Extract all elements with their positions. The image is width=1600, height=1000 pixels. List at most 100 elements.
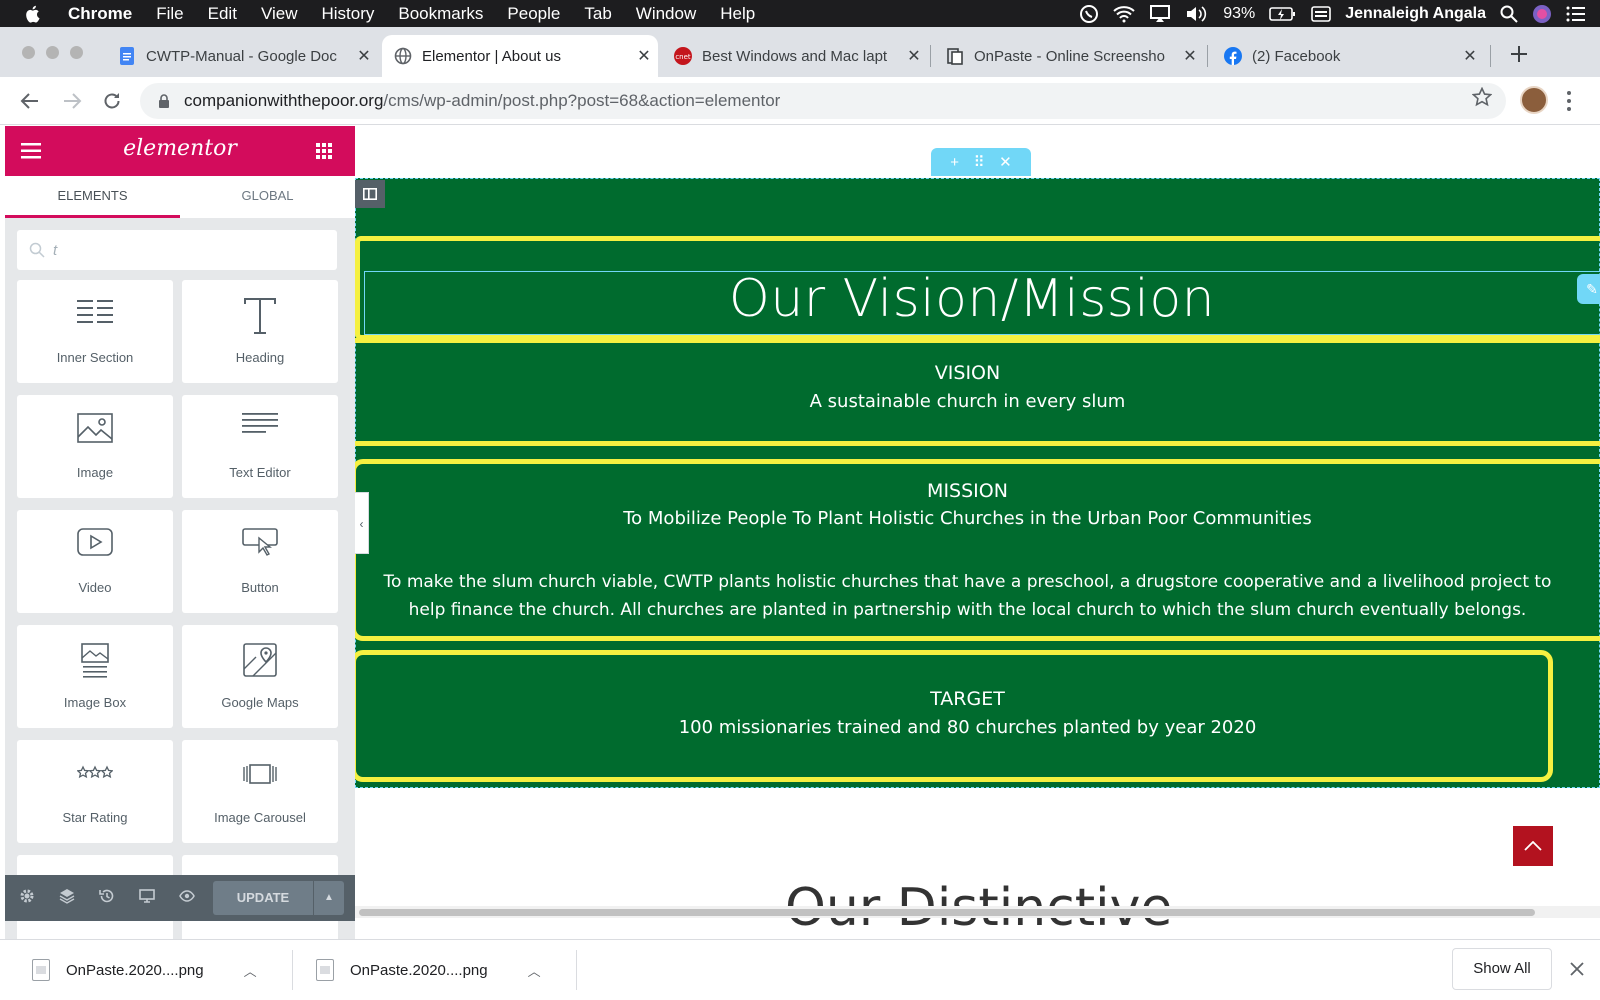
tab-close-icon[interactable]: ✕: [634, 46, 654, 66]
back-arrow-icon[interactable]: [20, 91, 40, 111]
new-tab-plus-icon[interactable]: [1508, 43, 1530, 65]
save-options-caret-icon[interactable]: ▲: [314, 881, 344, 915]
menu-help[interactable]: Help: [720, 4, 755, 24]
download-item[interactable]: OnPaste.2020....png ︿: [32, 950, 257, 990]
tab-global[interactable]: GLOBAL: [180, 176, 355, 218]
menu-chrome[interactable]: Chrome: [68, 4, 132, 24]
lock-icon[interactable]: [158, 94, 170, 108]
widget-video[interactable]: Video: [17, 510, 173, 613]
forward-arrow-icon[interactable]: [62, 91, 82, 111]
heading-icon: [244, 298, 276, 334]
chrome-menu-kebab-icon[interactable]: [1566, 90, 1572, 112]
download-item[interactable]: OnPaste.2020....png ︿: [316, 950, 541, 990]
reload-icon[interactable]: [102, 91, 122, 111]
horizontal-scrollbar[interactable]: [355, 906, 1600, 918]
address-bar[interactable]: companionwiththepoor.org/cms/wp-admin/po…: [140, 83, 1506, 119]
notification-center-icon[interactable]: [1566, 6, 1586, 22]
spotlight-search-icon[interactable]: [1500, 5, 1518, 23]
tab-close-icon[interactable]: ✕: [1460, 46, 1480, 66]
drag-handle-icon[interactable]: ⠿: [974, 153, 985, 171]
scrollbar-thumb[interactable]: [359, 909, 1535, 916]
widget-label: Button: [241, 580, 279, 595]
download-filename: OnPaste.2020....png: [350, 961, 488, 979]
delete-section-close-icon[interactable]: ✕: [999, 153, 1012, 171]
tab-title: Elementor | About us: [422, 47, 561, 65]
bookmark-star-icon[interactable]: [1472, 87, 1492, 107]
tab-facebook[interactable]: (2) Facebook ✕: [1212, 35, 1484, 77]
widget-inner-section[interactable]: Inner Section: [17, 280, 173, 383]
menu-bar-user[interactable]: Jennaleigh Angala: [1345, 5, 1486, 23]
menu-history[interactable]: History: [321, 4, 374, 24]
widget-button[interactable]: Button: [182, 510, 338, 613]
close-downloads-bar-icon[interactable]: [1570, 962, 1584, 976]
navigator-layers-icon[interactable]: [59, 888, 75, 904]
tab-separator: [1207, 45, 1208, 67]
tab-title: (2) Facebook: [1252, 47, 1341, 65]
airplay-icon[interactable]: [1149, 4, 1171, 23]
tab-google-docs[interactable]: CWTP-Manual - Google Doc ✕: [106, 35, 378, 77]
tab-close-icon[interactable]: ✕: [904, 46, 924, 66]
vision-title: VISION: [934, 362, 1001, 384]
edit-pencil-icon[interactable]: ✎: [1577, 274, 1600, 304]
chevron-up-icon[interactable]: ︿: [528, 961, 541, 980]
widget-image-carousel[interactable]: Image Carousel: [182, 740, 338, 843]
menu-bookmarks[interactable]: Bookmarks: [398, 4, 483, 24]
section-handle[interactable]: + ⠿ ✕: [931, 148, 1031, 176]
url-host: companionwiththepoor.org: [184, 91, 384, 110]
keyboard-input-icon[interactable]: [1311, 5, 1332, 22]
tab-elementor-about-us[interactable]: Elementor | About us ✕: [382, 35, 658, 77]
tab-onpaste[interactable]: OnPaste - Online Screensho ✕: [934, 35, 1204, 77]
update-button[interactable]: UPDATE: [213, 881, 313, 915]
add-section-plus-icon[interactable]: +: [950, 154, 959, 171]
profile-avatar[interactable]: [1520, 86, 1548, 114]
battery-percent: 93%: [1223, 4, 1256, 22]
search-input-value: t: [53, 241, 58, 259]
widget-google-maps[interactable]: Google Maps: [182, 625, 338, 728]
tab-elements[interactable]: ELEMENTS: [5, 176, 180, 218]
menu-people[interactable]: People: [507, 4, 560, 24]
widget-label: Google Maps: [221, 695, 299, 710]
download-separator: [576, 950, 577, 990]
tab-close-icon[interactable]: ✕: [1180, 46, 1200, 66]
chevron-up-icon[interactable]: ︿: [244, 961, 257, 980]
siri-icon[interactable]: [1532, 4, 1552, 24]
settings-gear-icon[interactable]: [19, 888, 35, 904]
menu-edit[interactable]: Edit: [208, 4, 237, 24]
window-minimize-button[interactable]: [46, 46, 59, 59]
elementor-panel: elementor ELEMENTS GLOBAL t Inner Sectio…: [5, 126, 355, 939]
battery-charging-icon[interactable]: [1269, 6, 1297, 22]
menu-file[interactable]: File: [156, 4, 183, 24]
apple-icon[interactable]: [24, 4, 42, 24]
star-rating-icon: [77, 765, 113, 779]
volume-icon[interactable]: [1185, 5, 1209, 23]
window-zoom-button[interactable]: [70, 46, 83, 59]
window-close-button[interactable]: [22, 46, 35, 59]
wifi-icon[interactable]: [1113, 5, 1135, 23]
menu-view[interactable]: View: [261, 4, 298, 24]
video-icon: [77, 528, 113, 556]
tab-separator: [930, 45, 931, 67]
widget-heading[interactable]: Heading: [182, 280, 338, 383]
show-all-downloads-button[interactable]: Show All: [1452, 948, 1552, 990]
tab-close-icon[interactable]: ✕: [354, 46, 374, 66]
responsive-mode-desktop-icon[interactable]: [139, 888, 155, 904]
widgets-grid-icon[interactable]: [316, 143, 332, 159]
search-icon: [29, 242, 45, 258]
widget-image-box[interactable]: Image Box: [17, 625, 173, 728]
widget-star-rating[interactable]: Star Rating: [17, 740, 173, 843]
png-file-icon: [316, 959, 334, 981]
scroll-to-top-button[interactable]: [1513, 826, 1553, 866]
widget-search-input[interactable]: t: [17, 230, 337, 270]
preview-eye-icon[interactable]: [179, 888, 195, 904]
widget-image[interactable]: Image: [17, 395, 173, 498]
column-edit-handle[interactable]: [355, 180, 385, 208]
mission-title: MISSION: [927, 480, 1008, 502]
viber-icon[interactable]: [1079, 4, 1099, 24]
browser-tab-strip: CWTP-Manual - Google Doc ✕ Elementor | A…: [0, 27, 1600, 77]
widget-text-editor[interactable]: Text Editor: [182, 395, 338, 498]
menu-tab[interactable]: Tab: [584, 4, 611, 24]
page-heading[interactable]: Our Vision/Mission: [367, 269, 1577, 329]
tab-cnet[interactable]: cnet Best Windows and Mac lapt ✕: [662, 35, 928, 77]
menu-window[interactable]: Window: [636, 4, 696, 24]
history-icon[interactable]: [99, 888, 115, 904]
